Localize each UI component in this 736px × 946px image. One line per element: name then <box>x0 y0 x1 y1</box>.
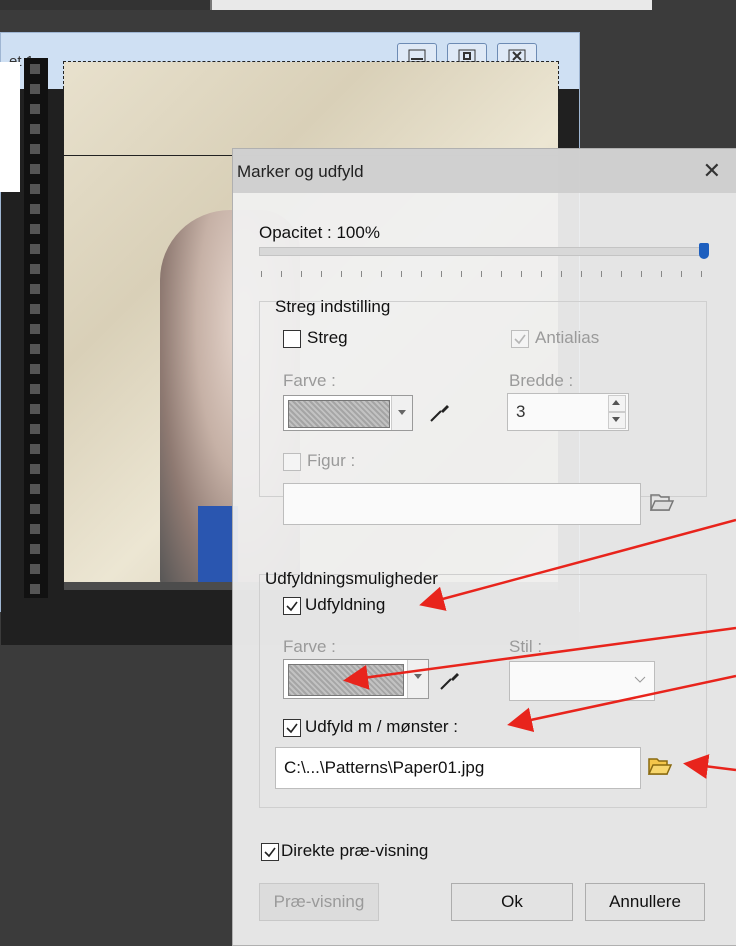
background-window-edge <box>210 0 652 10</box>
chevron-down-icon <box>398 410 406 415</box>
folder-open-icon[interactable] <box>649 491 675 513</box>
film-hole <box>30 104 40 114</box>
checkmark-icon <box>514 334 526 345</box>
pattern-path-value: C:\...\Patterns\Paper01.jpg <box>284 758 485 777</box>
checkmark-icon <box>286 601 298 612</box>
film-hole <box>30 84 40 94</box>
folder-open-icon[interactable] <box>647 755 673 777</box>
chevron-down-icon <box>634 676 646 683</box>
dialog-close-icon[interactable]: ✕ <box>703 158 721 184</box>
film-hole <box>30 264 40 274</box>
white-panel <box>0 62 20 192</box>
shape-label: Figur : <box>307 451 356 470</box>
antialias-label: Antialias <box>535 328 600 347</box>
direct-preview-checkbox[interactable] <box>261 843 279 861</box>
direct-preview-label: Direkte præ-visning <box>281 841 429 860</box>
pattern-path-input[interactable]: C:\...\Patterns\Paper01.jpg <box>275 747 641 789</box>
eyedropper-icon[interactable] <box>437 667 463 693</box>
film-hole <box>30 544 40 554</box>
film-hole <box>30 224 40 234</box>
opacity-slider[interactable] <box>259 247 707 256</box>
cancel-button[interactable]: Annullere <box>585 883 705 921</box>
film-hole <box>30 124 40 134</box>
film-hole <box>30 564 40 574</box>
chevron-up-icon <box>612 400 620 405</box>
film-hole <box>30 204 40 214</box>
film-hole <box>30 324 40 334</box>
fill-group-title: Udfyldningsmuligheder <box>265 569 438 588</box>
antialias-checkbox[interactable] <box>511 330 529 348</box>
film-hole <box>30 384 40 394</box>
stroke-color-label: Farve : <box>283 371 336 390</box>
preview-button[interactable]: Præ-visning <box>259 883 379 921</box>
pattern-fill-checkbox[interactable] <box>283 719 301 737</box>
fill-checkbox[interactable] <box>283 597 301 615</box>
film-hole <box>30 244 40 254</box>
film-hole <box>30 504 40 514</box>
film-hole <box>30 184 40 194</box>
fill-color-picker[interactable] <box>283 659 429 699</box>
fill-style-select[interactable] <box>509 661 655 701</box>
stroke-width-value: 3 <box>516 402 526 421</box>
ok-button[interactable]: Ok <box>451 883 573 921</box>
checkmark-icon <box>286 723 298 734</box>
stroke-color-dropdown[interactable] <box>391 396 412 430</box>
film-hole <box>30 144 40 154</box>
stroke-color-swatch <box>288 400 390 428</box>
background-strip <box>0 0 210 10</box>
film-hole <box>30 484 40 494</box>
fill-style-label: Stil : <box>509 637 543 656</box>
film-hole <box>30 364 40 374</box>
checkmark-icon <box>264 847 276 858</box>
slider-ticks <box>261 271 705 277</box>
film-hole <box>30 424 40 434</box>
film-hole <box>30 284 40 294</box>
film-hole <box>30 404 40 414</box>
close-icon <box>508 49 526 63</box>
film-hole <box>30 524 40 534</box>
maximize-icon <box>458 49 476 63</box>
chevron-down-icon <box>414 674 422 679</box>
stroke-width-input[interactable]: 3 <box>507 393 629 431</box>
fill-color-swatch <box>288 664 404 696</box>
pattern-fill-label: Udfyld m / mønster : <box>305 717 459 736</box>
fill-color-dropdown[interactable] <box>407 660 428 698</box>
spin-up-button[interactable] <box>608 395 626 412</box>
shape-path-input[interactable] <box>283 483 641 525</box>
fill-dialog: Marker og udfyld ✕ Opacitet : 100% Streg… <box>232 148 736 946</box>
film-hole <box>30 64 40 74</box>
shape-checkbox[interactable] <box>283 453 301 471</box>
film-hole <box>30 584 40 594</box>
chevron-down-icon <box>612 417 620 422</box>
filmstrip <box>24 58 48 598</box>
stroke-color-picker[interactable] <box>283 395 413 431</box>
minimize-icon <box>408 49 426 63</box>
stroke-checkbox[interactable] <box>283 330 301 348</box>
fill-checkbox-label: Udfyldning <box>305 595 386 614</box>
film-hole <box>30 444 40 454</box>
stroke-checkbox-label: Streg <box>307 328 348 347</box>
eyedropper-icon[interactable] <box>427 399 453 425</box>
stroke-group-title: Streg indstilling <box>275 297 391 316</box>
opacity-slider-thumb[interactable] <box>699 243 709 259</box>
fill-color-label: Farve : <box>283 637 336 656</box>
stroke-width-label: Bredde : <box>509 371 574 390</box>
opacity-label: Opacitet : 100% <box>259 223 380 242</box>
dialog-title: Marker og udfyld <box>237 162 364 181</box>
spin-down-button[interactable] <box>608 412 626 429</box>
film-hole <box>30 304 40 314</box>
dialog-titlebar: Marker og udfyld ✕ <box>233 149 736 193</box>
film-hole <box>30 164 40 174</box>
film-hole <box>30 344 40 354</box>
film-hole <box>30 464 40 474</box>
